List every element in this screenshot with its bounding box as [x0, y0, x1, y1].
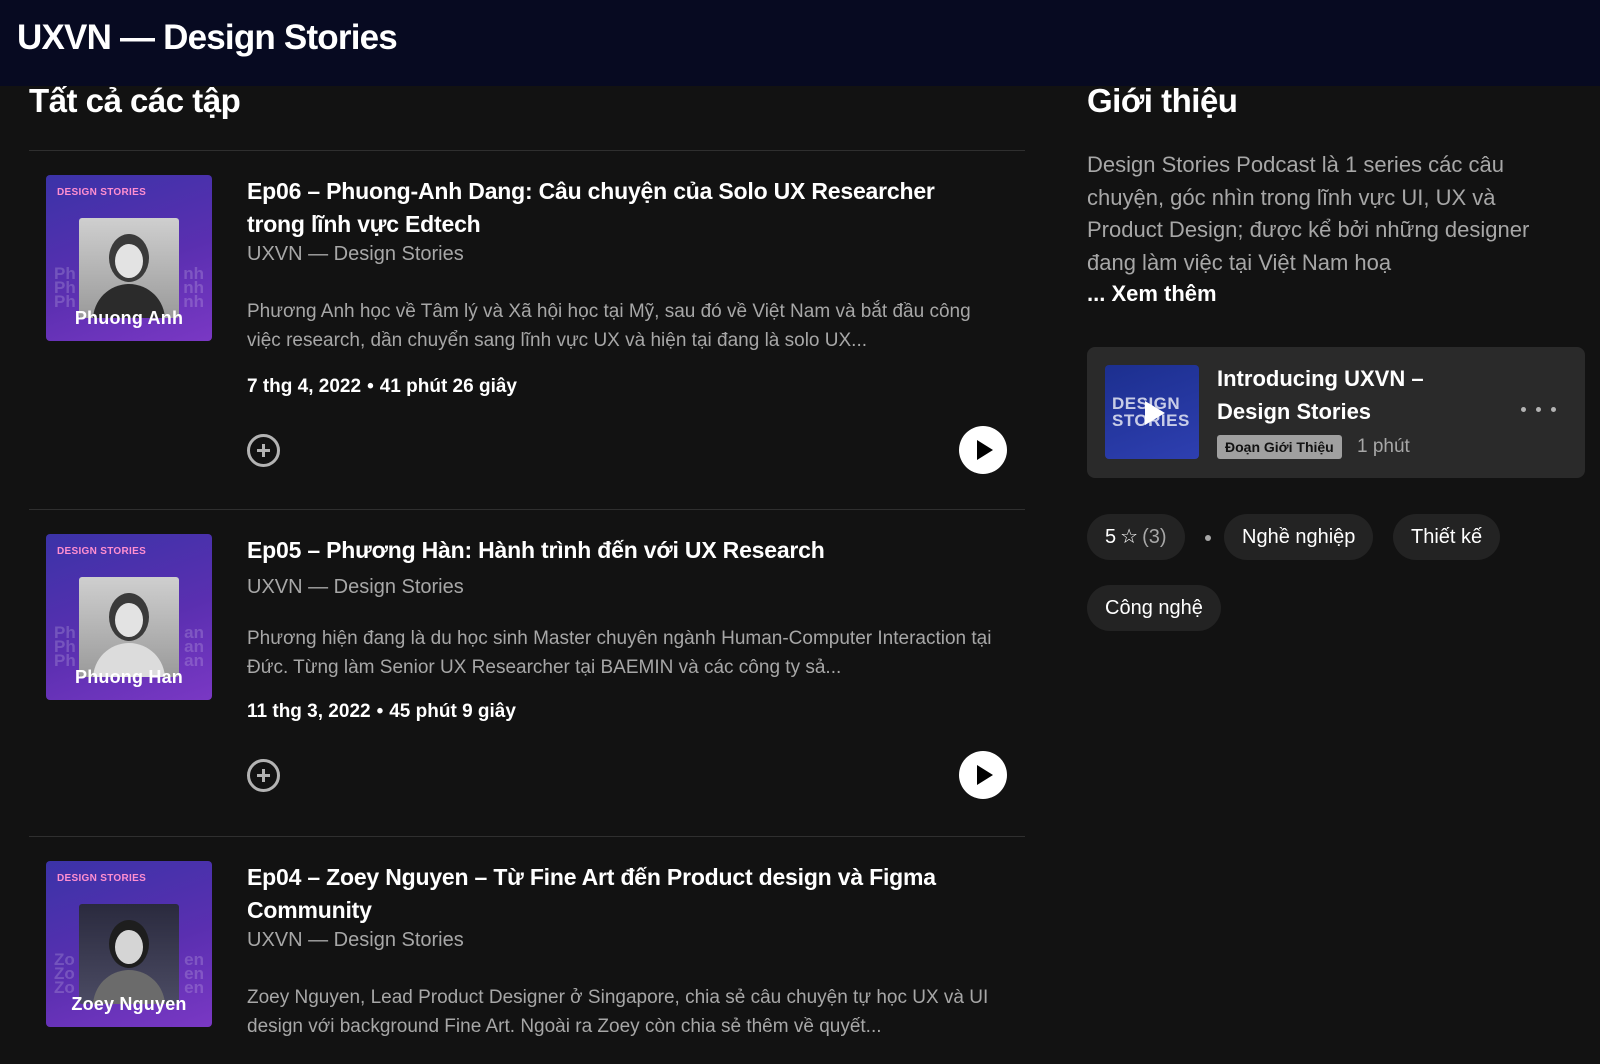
about-heading: Giới thiệu — [1087, 82, 1238, 119]
add-circle-icon[interactable] — [247, 759, 280, 792]
episode-cover[interactable]: DESIGN STORIES Ph Ph Ph nh nh nh Phuong Anh — [46, 175, 212, 341]
cover-decoration: Ph Ph Ph — [54, 264, 76, 311]
cover-guest-name: Phuong Anh — [74, 308, 184, 328]
episode-date: 7 thg 4, 2022 — [247, 376, 362, 397]
tag-pill[interactable]: Nghề nghiệp — [1224, 514, 1374, 560]
episode-meta: 7 thg 4, 2022 • 41 phút 26 giây — [247, 376, 517, 397]
episode-cover[interactable]: DESIGN STORIES Ph Ph Ph an an an Phuong Han — [46, 534, 212, 700]
trailer-duration: 1 phút — [1357, 436, 1410, 457]
play-icon[interactable] — [1145, 401, 1165, 425]
more-horizontal-icon[interactable] — [1519, 399, 1559, 419]
cover-brand-text: DESIGN STORIES — [57, 546, 147, 557]
cover-decoration: nh nh nh — [183, 264, 204, 311]
episode-description: Phương hiện đang là du học sinh Master c… — [247, 628, 992, 678]
cover-decoration: en en en — [184, 950, 204, 997]
cover-decoration: an an an — [184, 623, 204, 670]
trailer-title[interactable]: Introducing UXVN – Design Stories — [1217, 363, 1477, 428]
episode-cover[interactable]: DESIGN STORIES Zo Zo Zo en en en Zoey Nguyen — [46, 861, 212, 1027]
tag-pill[interactable]: Thiết kế — [1393, 514, 1501, 560]
trailer-card[interactable]: DESIGN STORIES Introducing UXVN – Design… — [1087, 347, 1585, 478]
episode-show-name[interactable]: UXVN — Design Stories — [247, 243, 464, 266]
episode-show-name[interactable]: UXVN — Design Stories — [247, 929, 464, 952]
episode-title[interactable]: Ep04 – Zoey Nguyen – Từ Fine Art đến Pro… — [247, 861, 987, 927]
rating-count: (3) — [1142, 526, 1167, 548]
add-circle-icon[interactable] — [247, 434, 280, 467]
episode-date: 11 thg 3, 2022 — [247, 701, 371, 722]
play-icon[interactable] — [959, 751, 1007, 799]
star-outline-icon: ☆ — [1120, 526, 1139, 548]
show-description: Design Stories Podcast là 1 series các c… — [1087, 152, 1530, 275]
episode-row[interactable]: DESIGN STORIES Ph Ph Ph an an an Phuong Han … — [29, 510, 1025, 836]
see-more-link[interactable]: ... Xem thêm — [1087, 281, 1217, 307]
cover-decoration: Ph Ph Ph — [54, 623, 76, 670]
episode-title[interactable]: Ep06 – Phuong-Anh Dang: Câu chuyện của S… — [247, 175, 987, 241]
guest-photo — [79, 218, 179, 318]
episode-description: Phương Anh học về Tâm lý và Xã hội học t… — [247, 301, 971, 351]
rating-value: 5 — [1105, 526, 1117, 548]
cover-decoration: Zo Zo Zo — [54, 950, 75, 997]
separator-dot — [1205, 535, 1211, 541]
episode-duration: 41 phút 26 giây — [379, 376, 517, 397]
episode-row[interactable]: DESIGN STORIES Ph Ph Ph nh nh nh Phuong Anh … — [29, 151, 1025, 509]
show-title: UXVN — Design Stories — [17, 18, 398, 57]
cover-guest-name: Zoey Nguyen — [71, 994, 187, 1014]
rating-pill[interactable]: 5 ☆ (3) — [1087, 514, 1185, 560]
play-icon[interactable] — [959, 426, 1007, 474]
episode-row[interactable]: DESIGN STORIES Zo Zo Zo en en en Zoey Nguyen… — [29, 837, 1025, 1064]
top-header: UXVN — Design Stories — [0, 0, 1600, 86]
episode-show-name[interactable]: UXVN — Design Stories — [247, 576, 464, 599]
episodes-heading: Tất cả các tập — [29, 82, 241, 119]
cover-brand-text: DESIGN STORIES — [57, 873, 147, 884]
trailer-cover[interactable]: DESIGN STORIES — [1105, 365, 1199, 459]
cover-guest-name: Phuong Han — [75, 667, 183, 687]
episode-meta: 11 thg 3, 2022 • 45 phút 9 giây — [247, 701, 516, 722]
cover-brand-text: DESIGN STORIES — [57, 187, 147, 198]
guest-photo — [79, 577, 179, 677]
guest-photo — [79, 904, 179, 1004]
trailer-badge: Đoạn Giới Thiệu — [1217, 435, 1342, 459]
episode-description: Zoey Nguyen, Lead Product Designer ở Sin… — [247, 987, 989, 1037]
tag-pill[interactable]: Công nghệ — [1087, 585, 1221, 631]
episode-title[interactable]: Ep05 – Phương Hàn: Hành trình đến với UX… — [247, 534, 987, 567]
episode-duration: 45 phút 9 giây — [389, 701, 516, 722]
